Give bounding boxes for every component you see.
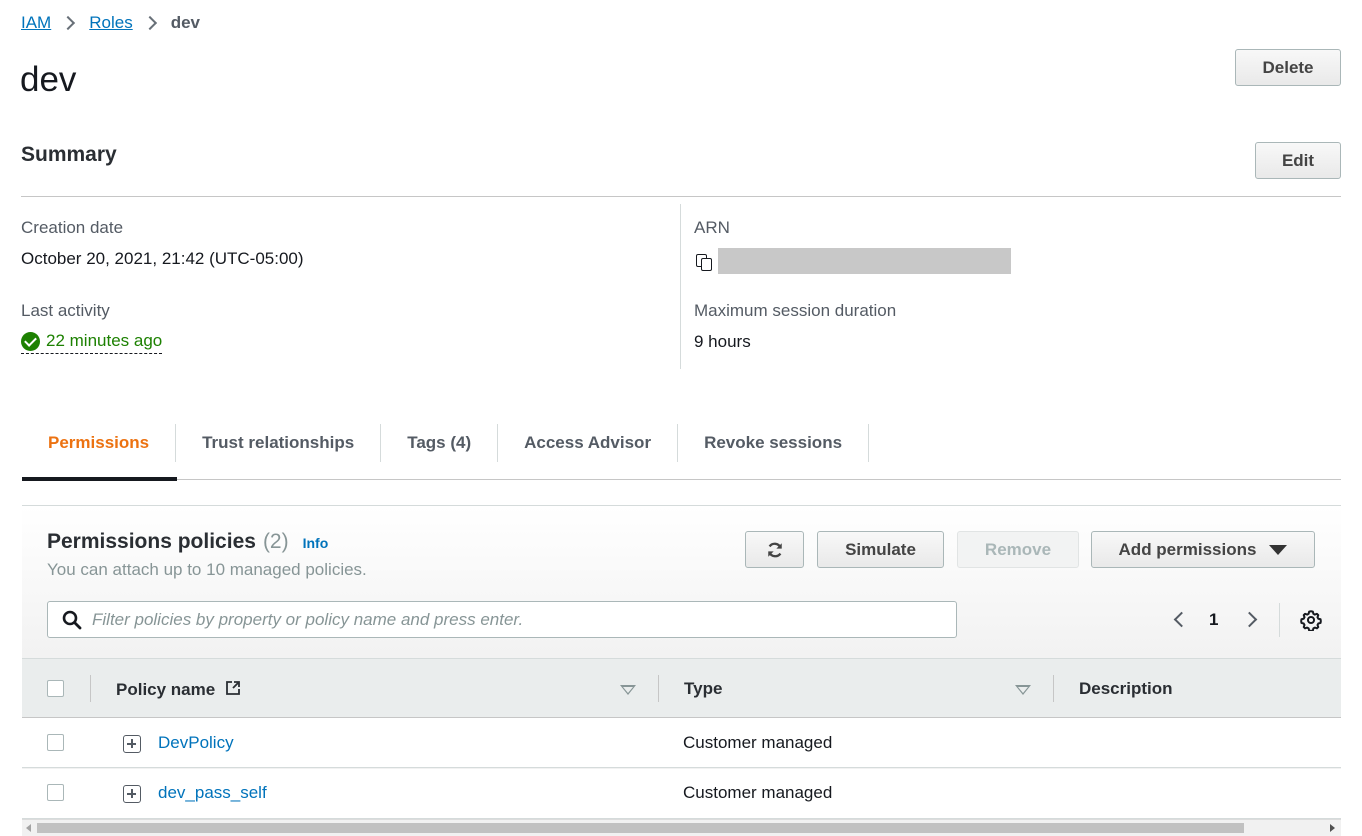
remove-button[interactable]: Remove (957, 531, 1079, 568)
column-header-policy-name[interactable]: Policy name (116, 679, 242, 700)
pagination: 1 (1162, 601, 1323, 638)
last-activity-text: 22 minutes ago (46, 331, 163, 350)
breadcrumb-iam-link[interactable]: IAM (21, 13, 51, 33)
page-title: dev (20, 60, 77, 99)
scroll-right-icon[interactable] (1330, 824, 1335, 832)
refresh-button[interactable] (745, 531, 804, 568)
policy-name-link[interactable]: dev_pass_self (158, 783, 267, 803)
panel-title-text: Permissions policies (47, 530, 256, 553)
row-checkbox[interactable] (47, 784, 64, 801)
arn-label: ARN (694, 218, 730, 237)
max-session-label: Maximum session duration (694, 301, 897, 320)
panel-subtitle: You can attach up to 10 managed policies… (47, 560, 367, 579)
policies-table-header: Policy name Type Description (22, 658, 1341, 718)
expand-icon[interactable] (123, 785, 141, 803)
select-all-checkbox[interactable] (47, 680, 64, 697)
tab-tags[interactable]: Tags (4) (381, 424, 499, 462)
breadcrumb-roles-link[interactable]: Roles (89, 13, 132, 33)
policy-name-header-text: Policy name (116, 680, 216, 699)
tab-permissions[interactable]: Permissions (22, 424, 177, 462)
info-link[interactable]: Info (303, 535, 329, 551)
delete-button[interactable]: Delete (1235, 49, 1341, 86)
tab-bar: Permissions Trust relationships Tags (4)… (22, 424, 1341, 481)
last-activity-label: Last activity (21, 301, 110, 320)
gear-icon[interactable] (1300, 609, 1323, 631)
tab-access-advisor[interactable]: Access Advisor (498, 424, 679, 462)
previous-page-icon[interactable] (1173, 611, 1190, 628)
summary-divider (21, 196, 1341, 197)
column-divider (1053, 675, 1054, 702)
policy-type: Customer managed (683, 733, 833, 752)
creation-date-value: October 20, 2021, 21:42 (UTC-05:00) (21, 249, 304, 268)
policy-count: (2) (262, 530, 289, 553)
policy-name-link[interactable]: DevPolicy (158, 733, 234, 753)
caret-down-icon (1269, 544, 1288, 555)
last-activity-value[interactable]: 22 minutes ago (21, 331, 163, 354)
scroll-left-icon[interactable] (26, 824, 31, 832)
breadcrumb-current: dev (170, 13, 200, 32)
chevron-right-icon (142, 15, 157, 31)
table-row: DevPolicy Customer managed (22, 718, 1341, 768)
scrollbar-thumb[interactable] (37, 823, 1244, 833)
permissions-policies-panel: Permissions policies (2) Info You can at… (22, 505, 1341, 836)
column-divider (90, 675, 91, 702)
creation-date-label: Creation date (21, 218, 124, 237)
column-header-type[interactable]: Type (684, 679, 722, 699)
search-icon (62, 610, 82, 629)
row-checkbox[interactable] (47, 734, 64, 751)
edit-button[interactable]: Edit (1255, 142, 1341, 179)
add-permissions-button[interactable]: Add permissions (1091, 531, 1315, 568)
max-session-value: 9 hours (694, 332, 751, 351)
filter-policies-search[interactable] (47, 601, 957, 638)
sort-policy-name-icon[interactable] (620, 685, 636, 695)
simulate-button[interactable]: Simulate (817, 531, 944, 568)
check-circle-icon (21, 331, 40, 351)
panel-title: Permissions policies (2) Info (47, 530, 328, 554)
active-tab-indicator (22, 477, 177, 481)
page-number[interactable]: 1 (1209, 610, 1218, 630)
external-link-icon (226, 681, 240, 695)
tab-trust-relationships[interactable]: Trust relationships (176, 424, 382, 462)
refresh-icon (767, 542, 782, 557)
column-header-description[interactable]: Description (1079, 679, 1173, 699)
next-page-icon[interactable] (1242, 611, 1258, 628)
copy-icon[interactable] (694, 252, 712, 271)
chevron-right-icon (61, 15, 76, 31)
pager-divider (1279, 602, 1281, 637)
breadcrumb: IAM Roles dev (21, 13, 200, 33)
arn-redacted-block (718, 248, 1011, 274)
tab-revoke-sessions[interactable]: Revoke sessions (678, 424, 870, 462)
add-permissions-label: Add permissions (1118, 539, 1257, 559)
summary-title: Summary (21, 143, 117, 166)
table-row: dev_pass_self Customer managed (22, 769, 1341, 819)
column-divider (658, 675, 659, 702)
sort-type-icon[interactable] (1015, 685, 1031, 695)
policy-type: Customer managed (683, 783, 833, 802)
summary-column-divider (680, 204, 681, 369)
expand-icon[interactable] (123, 735, 141, 753)
arn-value (694, 248, 1011, 274)
filter-policies-input[interactable] (92, 609, 956, 630)
horizontal-scrollbar[interactable] (22, 819, 1341, 835)
